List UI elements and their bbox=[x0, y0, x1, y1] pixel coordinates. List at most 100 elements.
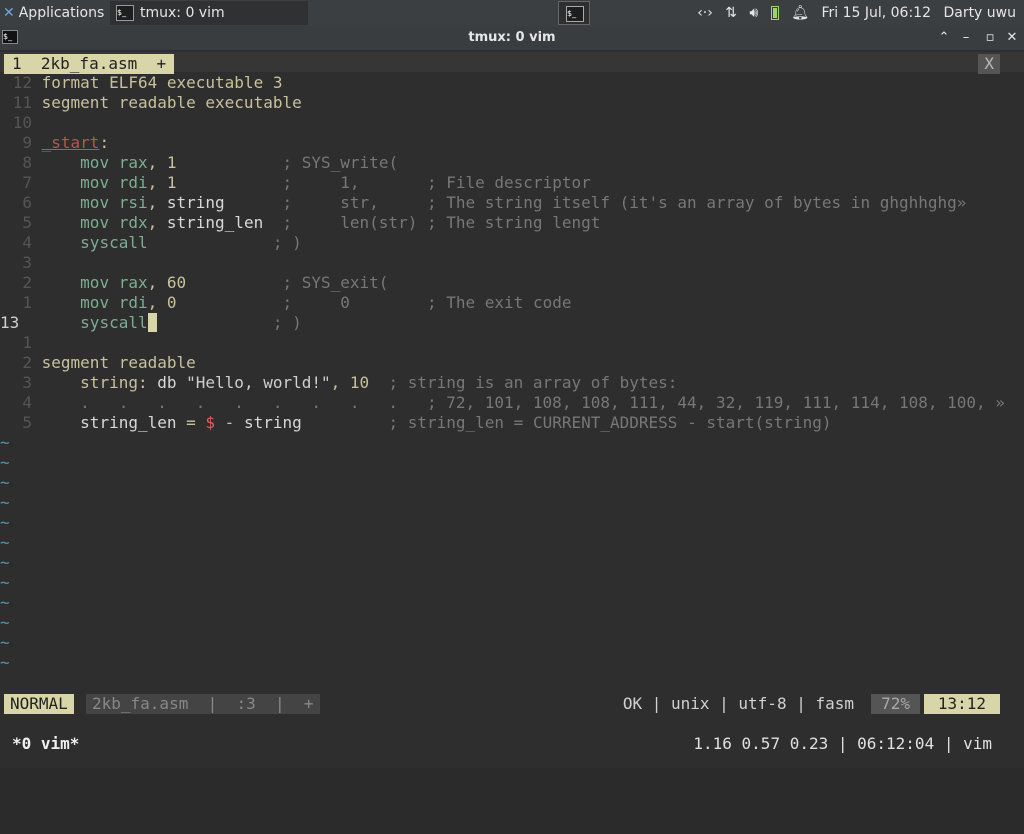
vim-tab-close[interactable]: X bbox=[978, 54, 1000, 74]
text-cursor bbox=[147, 313, 158, 332]
code-line[interactable]: 7 mov rdi, 1 ; 1, ; File descriptor bbox=[0, 173, 1004, 193]
applications-menu[interactable]: ✕ Applications bbox=[0, 0, 111, 26]
code-line[interactable]: 5 string_len = $ - string ; string_len =… bbox=[0, 413, 1004, 433]
code-token: _start bbox=[41, 133, 100, 152]
line-number: 12 bbox=[12, 73, 32, 92]
transfer-icon[interactable]: ⇅ bbox=[725, 0, 737, 26]
cursor-position: 13:12 bbox=[923, 694, 1000, 714]
vim-tab[interactable]: 1 2kb_fa.asm + bbox=[4, 54, 175, 74]
code-token: ; 0 ; The exit code bbox=[282, 293, 572, 312]
empty-line-marker: ~ bbox=[0, 473, 10, 492]
code-token: , bbox=[147, 213, 167, 232]
terminal-launcher-button[interactable]: $_ bbox=[558, 1, 590, 25]
line-number: 13 bbox=[0, 313, 20, 332]
code-line[interactable]: 10 bbox=[0, 113, 1004, 133]
code-token: "Hello, world!" bbox=[186, 373, 331, 392]
empty-line-marker: ~ bbox=[0, 453, 10, 472]
code-line[interactable]: 2 segment readable bbox=[0, 353, 1004, 373]
line-number: 2 bbox=[22, 353, 32, 372]
maximize-button[interactable]: ▫ bbox=[980, 26, 1000, 50]
taskbar-item-tmux[interactable]: $_ tmux: 0 vim bbox=[110, 1, 308, 25]
line-number: 8 bbox=[22, 153, 32, 172]
applications-label: Applications bbox=[18, 5, 105, 21]
code-line[interactable]: 4 syscall ; ) bbox=[0, 233, 1004, 253]
code-token: ; 1, ; File descriptor bbox=[282, 173, 591, 192]
vim-tabline: 1 2kb_fa.asm + X bbox=[0, 52, 1024, 74]
empty-line-marker: ~ bbox=[0, 533, 10, 552]
code-line[interactable]: 3 string: db "Hello, world!", 10 ; strin… bbox=[0, 373, 1004, 393]
code-token: syscall bbox=[80, 313, 148, 332]
top-panel: ✕ Applications $_ tmux: 0 vim $_ ‹·› ⇅ 🔊︎ … bbox=[0, 0, 1024, 26]
code-line[interactable]: 8 mov rax, 1 ; SYS_write( bbox=[0, 153, 1004, 173]
code-line[interactable]: 4 . . . . . . . . . ; 72, 101, 108, 108,… bbox=[0, 393, 1004, 413]
empty-line-marker: ~ bbox=[0, 653, 10, 672]
code-token: 1 bbox=[166, 173, 177, 192]
vim-statusline: NORMAL 2kb_fa.asm | :3 | + OK | unix | u… bbox=[0, 694, 1024, 714]
code-line[interactable]: 3 bbox=[0, 253, 1004, 273]
code-token: segment readable executable bbox=[41, 93, 302, 112]
line-number: 1 bbox=[22, 293, 32, 312]
clock[interactable]: Fri 15 Jul, 06:12 bbox=[821, 0, 931, 26]
line-number: 2 bbox=[22, 273, 32, 292]
file-info: 2kb_fa.asm | :3 | + bbox=[86, 694, 320, 714]
code-token: 1 bbox=[166, 153, 177, 172]
window-titlebar[interactable]: $_ tmux: 0 vim ⌃ – ▫ ✕ bbox=[0, 26, 1024, 50]
code-token: $ bbox=[205, 413, 216, 432]
code-line[interactable]: 6 mov rsi, string ; str, ; The string it… bbox=[0, 193, 1004, 213]
line-number: 10 bbox=[12, 113, 32, 132]
code-token: , bbox=[147, 193, 167, 212]
empty-line-marker: ~ bbox=[0, 493, 10, 512]
code-line[interactable]: 11 segment readable executable bbox=[0, 93, 1004, 113]
code-token: 0 bbox=[166, 293, 177, 312]
tmux-window-tab[interactable]: *0 vim* bbox=[12, 734, 79, 753]
code-token: ; SYS_exit( bbox=[282, 273, 389, 292]
line-number: 11 bbox=[12, 93, 32, 112]
code-line[interactable]: 5 mov rdx, string_len ; len(str) ; The s… bbox=[0, 213, 1004, 233]
code-token: ; ) bbox=[272, 313, 302, 332]
network-icon[interactable]: ‹·› bbox=[697, 0, 713, 26]
code-token: ; len(str) ; The string lengt bbox=[282, 213, 601, 232]
empty-line-marker: ~ bbox=[0, 513, 10, 532]
close-button[interactable]: ✕ bbox=[1002, 26, 1022, 50]
code-line[interactable]: 13 syscall ; ) bbox=[0, 313, 1004, 333]
code-token: string: bbox=[80, 373, 148, 392]
volume-icon[interactable]: 🔊︎ bbox=[749, 0, 758, 26]
code-line[interactable]: 12 format ELF64 executable 3 bbox=[0, 73, 1004, 93]
line-number: 4 bbox=[22, 233, 32, 252]
battery-icon[interactable] bbox=[770, 6, 779, 20]
restore-button[interactable]: – bbox=[956, 26, 976, 50]
empty-line-marker: ~ bbox=[0, 573, 10, 592]
code-token: = bbox=[186, 413, 206, 432]
code-token: syscall bbox=[80, 233, 148, 252]
code-token: mov rdi bbox=[80, 293, 148, 312]
code-token: ; string is an array of bytes: bbox=[388, 373, 678, 392]
line-number: 5 bbox=[22, 213, 32, 232]
code-token: ; string_len = CURRENT_ADDRESS - start(s… bbox=[388, 413, 832, 432]
notification-bell-icon[interactable]: 🔔︎ bbox=[791, 0, 809, 26]
code-token: , bbox=[147, 173, 167, 192]
code-line[interactable]: 2 mov rax, 60 ; SYS_exit( bbox=[0, 273, 1004, 293]
terminal[interactable]: 1 2kb_fa.asm + X 12 format ELF64 executa… bbox=[0, 50, 1024, 768]
empty-line-marker: ~ bbox=[0, 633, 10, 652]
code-token: mov rsi bbox=[80, 193, 148, 212]
system-tray: ‹·› ⇅ 🔊︎ 🔔︎ Fri 15 Jul, 06:12 Darty uwu bbox=[697, 0, 1024, 26]
taskbar-item-label: tmux: 0 vim bbox=[140, 5, 225, 21]
user-menu[interactable]: Darty uwu bbox=[943, 0, 1016, 26]
code-line[interactable]: 1 bbox=[0, 333, 1004, 353]
code-line[interactable]: 9 _start: bbox=[0, 133, 1004, 153]
code-line[interactable]: 1 mov rdi, 0 ; 0 ; The exit code bbox=[0, 293, 1004, 313]
line-number: 5 bbox=[22, 413, 32, 432]
minimize-button[interactable]: ⌃ bbox=[934, 26, 954, 50]
code-token: format ELF64 executable 3 bbox=[41, 73, 283, 92]
